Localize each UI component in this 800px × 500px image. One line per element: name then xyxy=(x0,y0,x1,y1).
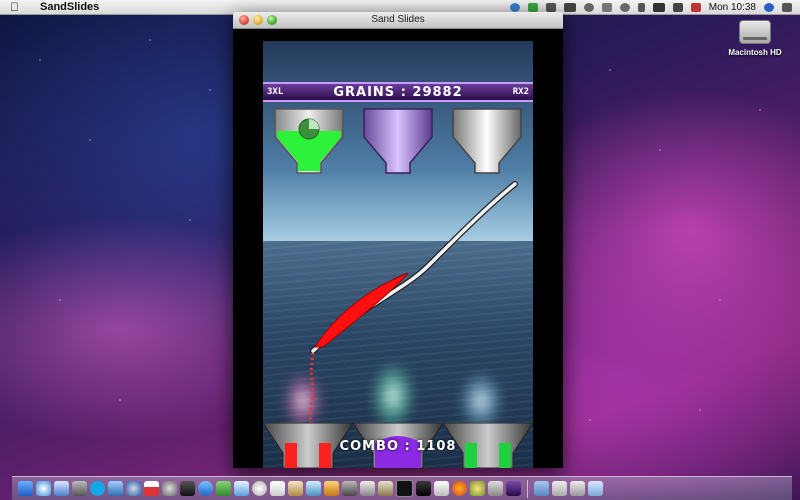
spotlight-icon[interactable] xyxy=(764,2,774,12)
list-icon[interactable] xyxy=(782,2,792,12)
volume-icon[interactable] xyxy=(672,2,683,12)
iphoto-icon[interactable] xyxy=(306,481,321,496)
itunes-icon[interactable] xyxy=(126,481,141,496)
preview-icon[interactable] xyxy=(288,481,303,496)
combo-counter: COMBO : 1108 xyxy=(339,439,457,454)
app-window: Sand Slides 3XL GRAINS : 29882 RX2 COMBO… xyxy=(233,12,563,468)
grab-icon[interactable] xyxy=(360,481,375,496)
globe-icon[interactable] xyxy=(509,2,520,12)
music-icon[interactable] xyxy=(108,481,123,496)
game-canvas[interactable]: 3XL GRAINS : 29882 RX2 COMBO: 1108 xyxy=(263,41,533,468)
dock-separator xyxy=(527,479,528,498)
vc-icon[interactable] xyxy=(527,2,538,12)
sand-slides-icon[interactable] xyxy=(506,481,521,496)
garageband-icon[interactable] xyxy=(324,481,339,496)
flower-icon[interactable] xyxy=(470,481,485,496)
window-title: Sand Slides xyxy=(371,14,425,25)
script-icon[interactable] xyxy=(378,481,393,496)
window-content: 3XL GRAINS : 29882 RX2 COMBO: 1108 xyxy=(233,29,563,468)
sync-icon[interactable] xyxy=(583,2,594,12)
battery-icon[interactable] xyxy=(563,2,576,12)
time-machine-icon[interactable] xyxy=(619,2,630,12)
wifi-icon[interactable] xyxy=(652,2,665,12)
app-store-icon[interactable] xyxy=(198,481,213,496)
apple-menu-icon[interactable]:  xyxy=(10,0,22,14)
network-icon[interactable] xyxy=(545,2,556,12)
menu-clock[interactable]: Mon 10:38 xyxy=(709,2,756,13)
terminal-icon[interactable] xyxy=(396,480,413,497)
hard-drive-icon xyxy=(739,20,771,44)
display-icon[interactable] xyxy=(601,2,612,12)
chess-icon[interactable] xyxy=(180,481,195,496)
vc-icon[interactable] xyxy=(434,481,449,496)
dock xyxy=(12,476,792,500)
folder-icon[interactable] xyxy=(534,481,549,496)
firefox-icon[interactable] xyxy=(452,481,467,496)
preferences-icon[interactable] xyxy=(162,481,177,496)
finder-icon[interactable] xyxy=(18,481,33,496)
cd-icon[interactable] xyxy=(252,481,267,496)
safari-icon[interactable] xyxy=(36,481,51,496)
app-menu-name[interactable]: SandSlides xyxy=(40,1,99,13)
hd-label: Macintosh HD xyxy=(728,48,782,57)
textedit-icon[interactable] xyxy=(270,481,285,496)
migration-icon[interactable] xyxy=(488,481,503,496)
skype-icon[interactable] xyxy=(90,481,105,496)
facetime-icon[interactable] xyxy=(216,481,231,496)
ichat-icon[interactable] xyxy=(234,481,249,496)
trash-icon[interactable] xyxy=(588,481,603,496)
sand-slide[interactable] xyxy=(263,41,533,468)
window-titlebar[interactable]: Sand Slides xyxy=(233,12,563,29)
documents-icon[interactable] xyxy=(552,481,567,496)
bluetooth-icon[interactable] xyxy=(637,2,645,12)
downloads-icon[interactable] xyxy=(570,481,585,496)
monitor-icon[interactable] xyxy=(416,481,431,496)
macintosh-hd-desktop-item[interactable]: Macintosh HD xyxy=(724,20,786,57)
photos-icon[interactable] xyxy=(72,481,87,496)
calendar-icon[interactable] xyxy=(144,481,159,496)
mail-icon[interactable] xyxy=(54,481,69,496)
imovie-icon[interactable] xyxy=(342,481,357,496)
flag-icon[interactable] xyxy=(690,2,701,12)
